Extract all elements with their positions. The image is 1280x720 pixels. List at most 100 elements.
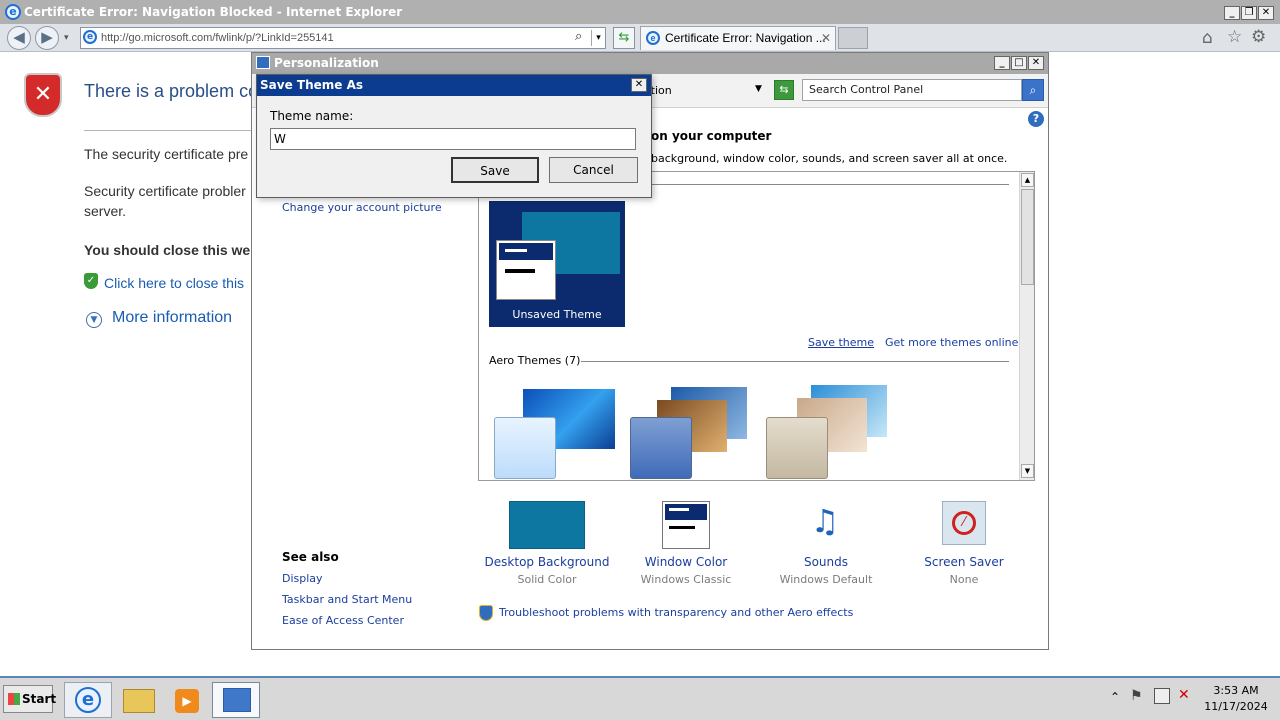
scroll-down-icon[interactable]: ▼: [1021, 464, 1034, 478]
dialog-close-button[interactable]: ✕: [631, 78, 647, 92]
address-dropdown-icon[interactable]: ▾: [591, 30, 605, 46]
home-icon[interactable]: ⌂: [1202, 28, 1213, 48]
address-input[interactable]: [101, 29, 571, 47]
dialog-title: Save Theme As: [260, 78, 363, 92]
characters-theme-tile[interactable]: [766, 417, 828, 479]
windows7-theme-tile[interactable]: [494, 417, 556, 479]
search-icon[interactable]: ⌕: [1022, 79, 1044, 101]
window-color-text-line: [669, 526, 695, 529]
clock-date[interactable]: 11/17/2024: [1196, 700, 1276, 713]
unsaved-theme-tile[interactable]: Unsaved Theme: [489, 201, 625, 327]
tools-gear-icon[interactable]: ⚙: [1251, 27, 1266, 47]
window-color-link[interactable]: Window Color: [626, 555, 746, 569]
search-input[interactable]: Search Control Panel: [802, 79, 1022, 101]
error-text-2b: server.: [84, 203, 127, 219]
history-dropdown-icon[interactable]: ▾: [64, 33, 69, 43]
preview-title-line: [505, 249, 527, 252]
scroll-up-icon[interactable]: ▲: [1021, 173, 1034, 187]
help-icon[interactable]: ?: [1028, 111, 1044, 127]
personalization-title-bar: Personalization _ □ ✕: [252, 53, 1048, 74]
ie-title-bar: e Certificate Error: Navigation Blocked …: [0, 0, 1280, 24]
sounds-icon[interactable]: ♫: [800, 501, 850, 549]
unsaved-theme-label: Unsaved Theme: [512, 308, 602, 321]
tab-close-icon[interactable]: ✕: [821, 27, 831, 49]
sounds-value: Windows Default: [779, 573, 873, 586]
cancel-button[interactable]: Cancel: [549, 157, 638, 183]
sounds-link[interactable]: Sounds: [766, 555, 886, 569]
theme-list: Unsaved Theme Save theme Get more themes…: [478, 171, 1035, 481]
address-bar[interactable]: e ⌕ ▾: [80, 27, 606, 49]
page-icon: e: [83, 30, 97, 44]
desktop-background-link[interactable]: Desktop Background: [484, 555, 610, 569]
windows-logo-icon: [8, 693, 20, 705]
close-webpage-link[interactable]: Click here to close this: [104, 275, 244, 291]
chevron-down-icon[interactable]: ▼: [86, 312, 102, 328]
window-color-value: Windows Classic: [640, 573, 732, 586]
screen-saver-link[interactable]: Screen Saver: [904, 555, 1024, 569]
see-also-taskbar-link[interactable]: Taskbar and Start Menu: [282, 593, 412, 606]
favorites-star-icon[interactable]: ☆: [1227, 27, 1242, 47]
desktop-background-value: Solid Color: [517, 573, 577, 586]
ie-window-title: Certificate Error: Navigation Blocked - …: [24, 5, 403, 19]
close-button[interactable]: ✕: [1258, 6, 1274, 20]
window-color-title: [665, 504, 707, 520]
action-center-flag-icon[interactable]: ⚑: [1130, 688, 1143, 704]
change-account-picture-link[interactable]: Change your account picture: [282, 201, 442, 214]
volume-muted-icon[interactable]: ✕: [1178, 687, 1190, 703]
see-also-ease-of-access-link[interactable]: Ease of Access Center: [282, 614, 404, 627]
page-heading: on your computer: [651, 129, 772, 143]
no-symbol-icon: ⁄: [952, 511, 976, 535]
theme-list-scrollbar[interactable]: ▲ ▼: [1019, 172, 1034, 480]
window-color-title-line: [669, 508, 689, 511]
taskbar-explorer-button[interactable]: [114, 682, 162, 718]
forward-button[interactable]: ▶: [35, 26, 59, 50]
aero-themes-heading: Aero Themes (7): [489, 354, 587, 367]
dialog-title-bar: Save Theme As ✕: [257, 75, 651, 96]
theme-window-preview: [496, 240, 556, 300]
breadcrumb[interactable]: lization: [632, 80, 768, 102]
browser-tab[interactable]: e Certificate Error: Navigation ... ✕: [640, 26, 836, 50]
taskbar-media-button[interactable]: ▶: [162, 682, 210, 718]
refresh-icon[interactable]: ⇆: [774, 80, 794, 100]
taskbar-control-panel-button[interactable]: [212, 682, 260, 718]
save-button[interactable]: Save: [451, 157, 539, 183]
ie-icon: e: [75, 687, 101, 713]
start-button[interactable]: Start: [3, 685, 57, 713]
theme-name-input[interactable]: [270, 128, 636, 150]
clock-time[interactable]: 3:53 AM: [1196, 684, 1276, 697]
error-bold-text: You should close this we: [84, 242, 251, 258]
see-also-display-link[interactable]: Display: [282, 572, 323, 585]
breadcrumb-dropdown-icon[interactable]: ▼: [755, 84, 762, 94]
search-icon[interactable]: ⌕: [575, 29, 582, 44]
troubleshoot-link[interactable]: Troubleshoot problems with transparency …: [499, 606, 853, 619]
new-tab-button[interactable]: [838, 27, 868, 49]
screen-saver-icon[interactable]: ⁄: [942, 501, 986, 545]
start-label: Start: [22, 692, 57, 706]
media-player-icon: ▶: [175, 689, 199, 713]
personalization-title: Personalization: [274, 56, 379, 70]
divider: [84, 130, 252, 131]
architecture-theme-tile[interactable]: [630, 417, 692, 479]
back-button[interactable]: ◀: [7, 26, 31, 50]
get-more-themes-link[interactable]: Get more themes online: [885, 336, 1018, 349]
restore-button[interactable]: ❐: [1241, 6, 1257, 20]
pers-minimize-button[interactable]: _: [994, 56, 1010, 70]
save-theme-link[interactable]: Save theme: [808, 336, 874, 349]
scroll-thumb[interactable]: [1021, 189, 1034, 285]
screen-saver-value: None: [949, 573, 979, 586]
taskbar: Start e ▶ ⌃ ⚑ ✕ 3:53 AM 11/17/2024: [0, 676, 1280, 720]
minimize-button[interactable]: _: [1224, 6, 1240, 20]
more-information-link[interactable]: More information: [112, 309, 232, 327]
refresh-icon[interactable]: ⇆: [613, 27, 635, 49]
pers-maximize-button[interactable]: □: [1011, 56, 1027, 70]
desktop-background-icon[interactable]: [509, 501, 585, 549]
tab-label: Certificate Error: Navigation ...: [665, 31, 826, 45]
show-hidden-icons-chevron[interactable]: ⌃: [1110, 690, 1120, 704]
folder-icon: [123, 689, 155, 713]
window-color-icon[interactable]: [662, 501, 710, 549]
theme-name-label: Theme name:: [270, 109, 354, 123]
taskbar-ie-button[interactable]: e: [64, 682, 112, 718]
network-icon[interactable]: [1154, 688, 1170, 704]
error-heading: There is a problem co: [84, 81, 259, 101]
pers-close-button[interactable]: ✕: [1028, 56, 1044, 70]
